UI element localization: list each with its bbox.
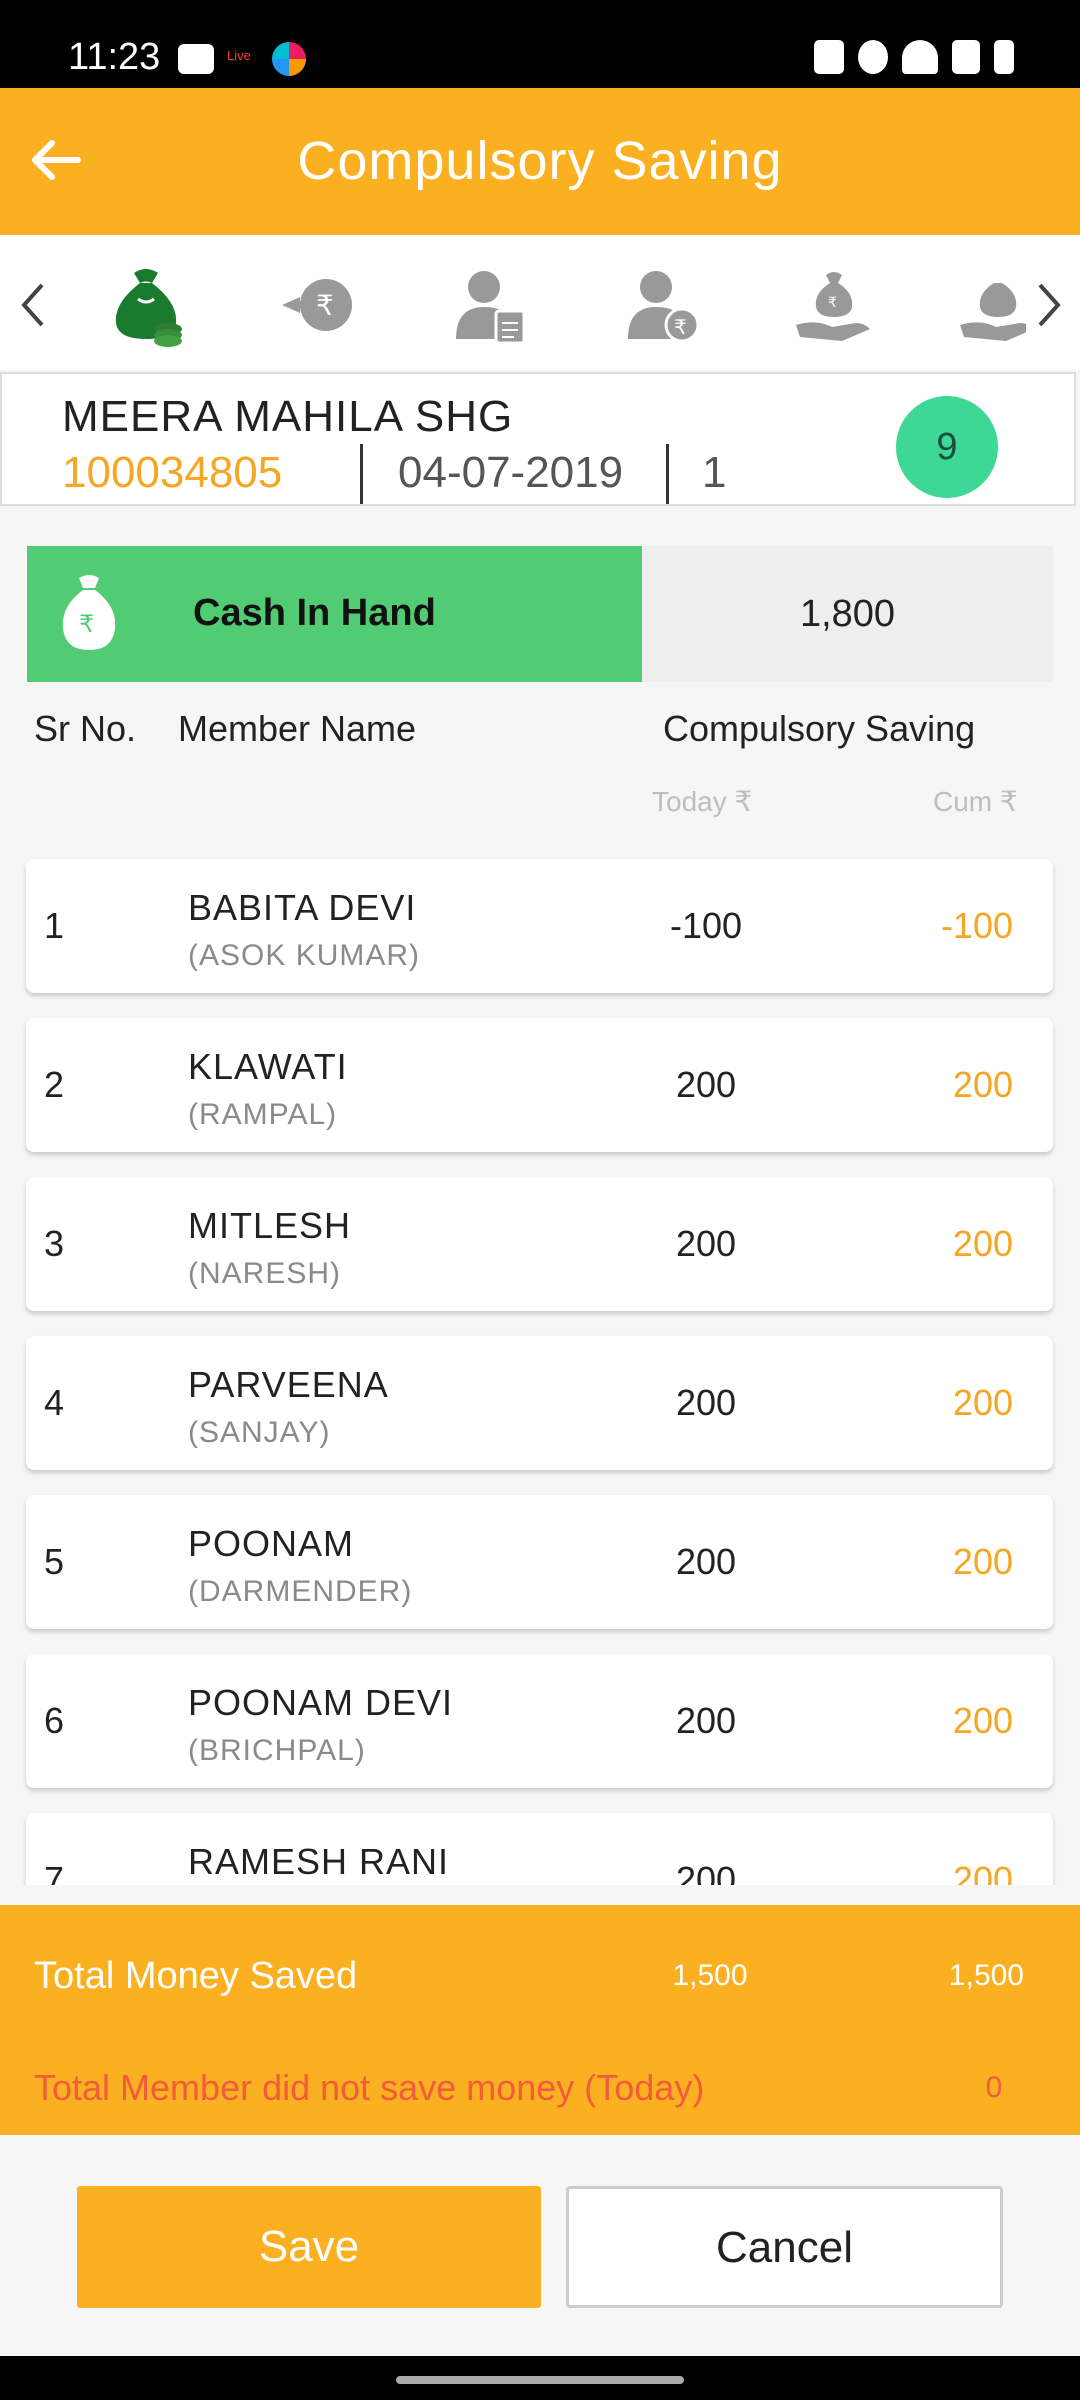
live-icon: Live (226, 44, 260, 74)
header-compulsory-saving: Compulsory Saving (663, 708, 976, 749)
member-report-icon[interactable] (448, 263, 532, 347)
member-list[interactable]: 1 BABITA DEVI (ASOK KUMAR) -100 -100 2 K… (0, 855, 1080, 1885)
member-guardian: (NARESH) (188, 1257, 342, 1290)
cum-amount: 200 (952, 1700, 1013, 1741)
divider (360, 444, 363, 504)
group-id: 100034805 (62, 448, 283, 497)
member-row[interactable]: 1 BABITA DEVI (ASOK KUMAR) -100 -100 (26, 859, 1053, 993)
today-amount[interactable]: 200 (636, 1064, 776, 1106)
header-today: Today ₹ (652, 786, 753, 817)
member-name: RAMESH RANI (188, 1841, 450, 1882)
header-cum: Cum ₹ (933, 786, 1018, 817)
member-sr: 2 (44, 1064, 65, 1105)
alarm-icon (858, 40, 888, 74)
member-row[interactable]: 2 KLAWATI (RAMPAL) 200 200 (26, 1018, 1053, 1152)
cum-amount: 200 (952, 1064, 1013, 1105)
total-saved-today: 1,500 (672, 1959, 748, 1992)
paytm-icon (178, 44, 214, 74)
svg-text:₹: ₹ (79, 610, 94, 638)
member-sr: 1 (44, 905, 65, 946)
member-guardian: (RAMPAL) (188, 1098, 338, 1131)
status-icons (814, 40, 1014, 74)
member-name: KLAWATI (188, 1046, 348, 1087)
cum-amount: 200 (952, 1859, 1013, 1885)
cash-in-hand-value: 1,800 (642, 546, 1053, 682)
app-icon (272, 42, 306, 76)
members-not-saved-label: Total Member did not save money (Today) (34, 2067, 705, 2108)
member-guardian: (ASOK KUMAR) (188, 939, 421, 972)
member-payment-icon[interactable]: ₹ (620, 263, 704, 347)
today-amount[interactable]: 200 (636, 1700, 776, 1742)
group-name: MEERA MAHILA SHG (62, 392, 514, 441)
member-name: PARVEENA (188, 1364, 389, 1405)
today-amount[interactable]: 200 (636, 1223, 776, 1265)
member-sr: 7 (44, 1859, 65, 1885)
member-row[interactable]: 3 MITLESH (NARESH) 200 200 (26, 1177, 1053, 1311)
member-row[interactable]: 5 POONAM (DARMENDER) 200 200 (26, 1495, 1053, 1629)
cash-in-hand-row: ₹ Cash In Hand 1,800 (27, 546, 1053, 682)
totals-panel: Total Money Saved 1,500 1,500 Total Memb… (0, 1905, 1080, 2135)
home-indicator[interactable] (396, 2376, 684, 2384)
app-bar: Compulsory Saving (0, 88, 1080, 235)
header-member-name: Member Name (178, 708, 417, 749)
member-row[interactable]: 6 POONAM DEVI (BRICHPAL) 200 200 (26, 1654, 1053, 1788)
save-button[interactable]: Save (77, 2186, 541, 2308)
system-nav-bar (0, 2356, 1080, 2400)
today-amount[interactable]: 200 (636, 1541, 776, 1583)
svg-text:₹: ₹ (828, 295, 837, 311)
member-guardian: (SANJAY) (188, 1416, 331, 1449)
money-hand-icon[interactable]: ₹ (792, 263, 876, 347)
today-amount[interactable]: 200 (636, 1859, 776, 1885)
member-name: POONAM (188, 1523, 355, 1564)
svg-text:Live: Live (227, 48, 251, 63)
member-sr: 4 (44, 1382, 65, 1423)
battery-saver-icon (814, 40, 844, 74)
group-info-card: MEERA MAHILA SHG 100034805 04-07-2019 1 … (0, 372, 1076, 506)
today-amount[interactable]: -100 (636, 905, 776, 947)
loan-repay-icon[interactable]: ₹ (278, 263, 362, 347)
member-name: POONAM DEVI (188, 1682, 454, 1723)
total-saved-cum: 1,500 (948, 1959, 1024, 1992)
page-title: Compulsory Saving (297, 131, 783, 191)
today-amount[interactable]: 200 (636, 1382, 776, 1424)
member-guardian: (BRICHPAL) (188, 1734, 366, 1767)
divider (666, 444, 669, 504)
module-icon-strip: ₹ ₹ ₹ (0, 235, 1080, 370)
cash-in-hand-label: Cash In Hand (193, 592, 436, 634)
cancel-button[interactable]: Cancel (566, 2186, 1003, 2308)
money-bag-icon: ₹ (62, 575, 116, 650)
member-name: BABITA DEVI (188, 887, 417, 928)
cum-amount: 200 (952, 1223, 1013, 1264)
meeting-date: 04-07-2019 (398, 448, 624, 497)
saving-bag-icon[interactable] (104, 263, 188, 347)
wifi-icon (902, 40, 938, 74)
chevron-right-icon[interactable] (1030, 275, 1070, 335)
member-name: MITLESH (188, 1205, 352, 1246)
member-row[interactable]: 7 RAMESH RANI 200 200 (26, 1813, 1053, 1885)
member-sr: 6 (44, 1700, 65, 1741)
svg-text:₹: ₹ (316, 289, 334, 322)
total-saved-label: Total Money Saved (34, 1955, 358, 1997)
signal-icon (952, 40, 980, 74)
status-bar: 11:23 Live (0, 0, 1080, 88)
header-sr-no: Sr No. (34, 708, 137, 749)
member-guardian: (DARMENDER) (188, 1575, 413, 1608)
money-hand-icon-2[interactable] (956, 263, 1026, 347)
status-time: 11:23 (68, 36, 161, 78)
chevron-left-icon[interactable] (12, 275, 52, 335)
member-sr: 3 (44, 1223, 65, 1264)
cum-amount: -100 (940, 905, 1013, 946)
cum-amount: 200 (952, 1541, 1013, 1582)
battery-icon (994, 40, 1014, 74)
meeting-number: 1 (702, 448, 727, 497)
member-row[interactable]: 4 PARVEENA (SANJAY) 200 200 (26, 1336, 1053, 1470)
member-count-badge[interactable]: 9 (896, 396, 998, 498)
cash-in-hand-label-box: ₹ Cash In Hand (27, 546, 642, 682)
cum-amount: 200 (952, 1382, 1013, 1423)
svg-text:₹: ₹ (674, 315, 687, 339)
member-sr: 5 (44, 1541, 65, 1582)
members-not-saved-count: 0 (985, 2071, 1003, 2104)
